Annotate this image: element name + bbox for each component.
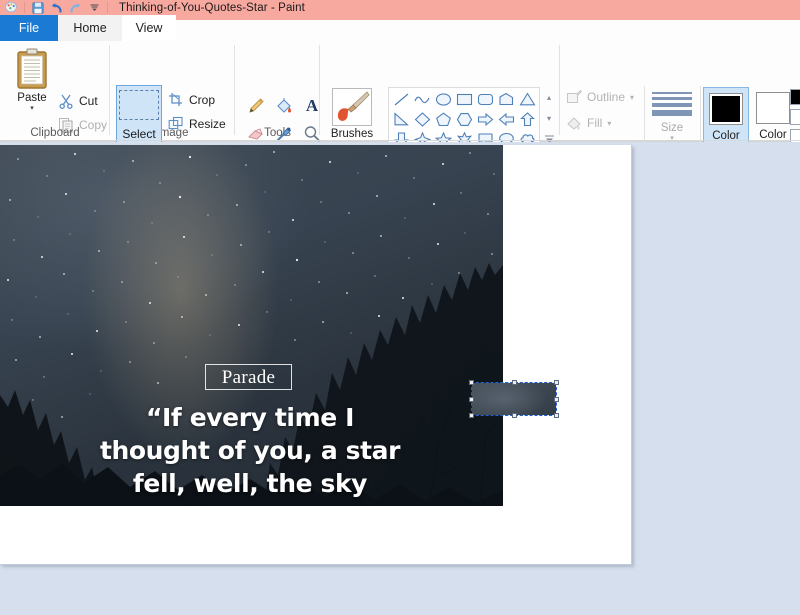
- cut-label: Cut: [79, 94, 98, 108]
- outline-button[interactable]: Outline ▾: [566, 89, 634, 105]
- shape-oval[interactable]: [433, 89, 454, 109]
- quote-line-2: thought of you, a star: [99, 436, 401, 465]
- fill-with-color-tool-icon[interactable]: [271, 93, 297, 119]
- shape-diamond[interactable]: [412, 109, 433, 129]
- paste-label: Paste: [17, 92, 47, 104]
- redo-icon[interactable]: [66, 0, 85, 15]
- selection-rectangle-icon: [119, 90, 159, 120]
- workspace[interactable]: Parade “If every time I thought of you, …: [0, 142, 800, 615]
- shape-triangle[interactable]: [517, 89, 538, 109]
- customize-qat-icon[interactable]: [85, 0, 104, 15]
- pencil-tool-icon[interactable]: [243, 93, 269, 119]
- selection-handle-nw[interactable]: [469, 380, 474, 385]
- resize-button[interactable]: Resize: [168, 113, 226, 135]
- palette-swatch-black[interactable]: [790, 89, 800, 105]
- size-icon: [652, 92, 692, 116]
- crop-label: Crop: [189, 93, 216, 107]
- outline-icon: [567, 89, 582, 103]
- color-1-value: [712, 96, 740, 122]
- ribbon-group-clipboard: Paste ▾ Cut Copy Clipboard: [0, 41, 110, 141]
- color-2-swatch: [756, 92, 790, 124]
- quote-line-4: would be empty.”: [40, 500, 460, 506]
- paste-icon: [17, 48, 47, 89]
- shape-polygon[interactable]: [496, 89, 517, 109]
- tab-file[interactable]: File: [0, 15, 58, 41]
- fill-button[interactable]: Fill ▾: [566, 115, 611, 131]
- size-label: Size: [660, 122, 684, 134]
- selection-handle-s[interactable]: [512, 413, 517, 418]
- save-icon[interactable]: [28, 0, 47, 15]
- quick-access-toolbar: [0, 0, 111, 15]
- palette-swatch-1[interactable]: [790, 109, 800, 125]
- shape-right-arrow[interactable]: [475, 109, 496, 129]
- quote-text: “If every time I thought of you, a star …: [40, 401, 460, 506]
- undo-icon[interactable]: [47, 0, 66, 15]
- scissors-icon: [59, 94, 73, 109]
- group-divider-4: [559, 45, 560, 135]
- ribbon: Paste ▾ Cut Copy Clipboard Image Select …: [0, 41, 800, 176]
- title-bar: Thinking-of-You-Quotes-Star - Paint: [0, 0, 800, 15]
- paint-app-icon[interactable]: [2, 0, 21, 15]
- selection-handle-w[interactable]: [469, 397, 474, 402]
- floating-selection[interactable]: [469, 380, 559, 418]
- selection-handle-e[interactable]: [554, 397, 559, 402]
- shape-right-triangle[interactable]: [391, 109, 412, 129]
- resize-label: Resize: [189, 117, 226, 131]
- shape-left-arrow[interactable]: [496, 109, 517, 129]
- tab-strip-filler: [176, 15, 800, 41]
- shape-up-arrow[interactable]: [517, 109, 538, 129]
- shape-curve[interactable]: [412, 89, 433, 109]
- canvas-image[interactable]: Parade “If every time I thought of you, …: [0, 145, 503, 506]
- shapes-scroll-up-icon[interactable]: ▴: [542, 87, 556, 107]
- fill-label: Fill: [587, 116, 603, 130]
- crop-button[interactable]: Crop: [168, 89, 215, 111]
- crop-icon: [169, 93, 182, 106]
- cut-button[interactable]: Cut: [58, 90, 98, 112]
- selection-border: [471, 382, 557, 416]
- color-1-swatch: [709, 93, 743, 125]
- ribbon-bottom-border: [0, 140, 800, 141]
- resize-icon: [168, 116, 183, 130]
- paste-button[interactable]: Paste ▾: [8, 47, 56, 129]
- quote-line-3: fell, well, the sky: [132, 469, 368, 498]
- shapes-scroll-down-icon[interactable]: ▾: [542, 108, 556, 128]
- qat-divider: [24, 2, 25, 13]
- outline-label: Outline: [587, 90, 626, 104]
- tab-strip-filler-inner: [176, 20, 800, 41]
- shape-hexagon[interactable]: [454, 109, 475, 129]
- parade-logo: Parade: [205, 364, 292, 390]
- paint-application-window: Thinking-of-You-Quotes-Star - Paint File…: [0, 0, 800, 615]
- tab-home[interactable]: Home: [58, 15, 122, 41]
- group-label-clipboard: Clipboard: [30, 127, 80, 139]
- selection-handle-ne[interactable]: [554, 380, 559, 385]
- shape-pentagon[interactable]: [433, 109, 454, 129]
- paint-canvas[interactable]: Parade “If every time I thought of you, …: [0, 145, 632, 565]
- fill-dropdown-caret[interactable]: ▾: [607, 119, 611, 128]
- qat-divider-2: [107, 2, 108, 13]
- fill-icon: [567, 117, 581, 130]
- shape-line[interactable]: [391, 89, 412, 109]
- tab-view[interactable]: View: [122, 15, 176, 41]
- color-2-value: [759, 95, 787, 121]
- shape-rectangle[interactable]: [454, 89, 475, 109]
- select-label: Select: [122, 127, 156, 141]
- parade-logo-text: Parade: [221, 366, 276, 388]
- selection-handle-n[interactable]: [512, 380, 517, 385]
- paste-dropdown-caret[interactable]: ▾: [30, 105, 34, 112]
- shape-rounded-rectangle[interactable]: [475, 89, 496, 109]
- outline-dropdown-caret[interactable]: ▾: [630, 93, 634, 102]
- window-title: Thinking-of-You-Quotes-Star - Paint: [119, 1, 305, 14]
- selection-handle-se[interactable]: [554, 413, 559, 418]
- quote-line-1: “If every time I: [146, 403, 354, 432]
- selection-handle-sw[interactable]: [469, 413, 474, 418]
